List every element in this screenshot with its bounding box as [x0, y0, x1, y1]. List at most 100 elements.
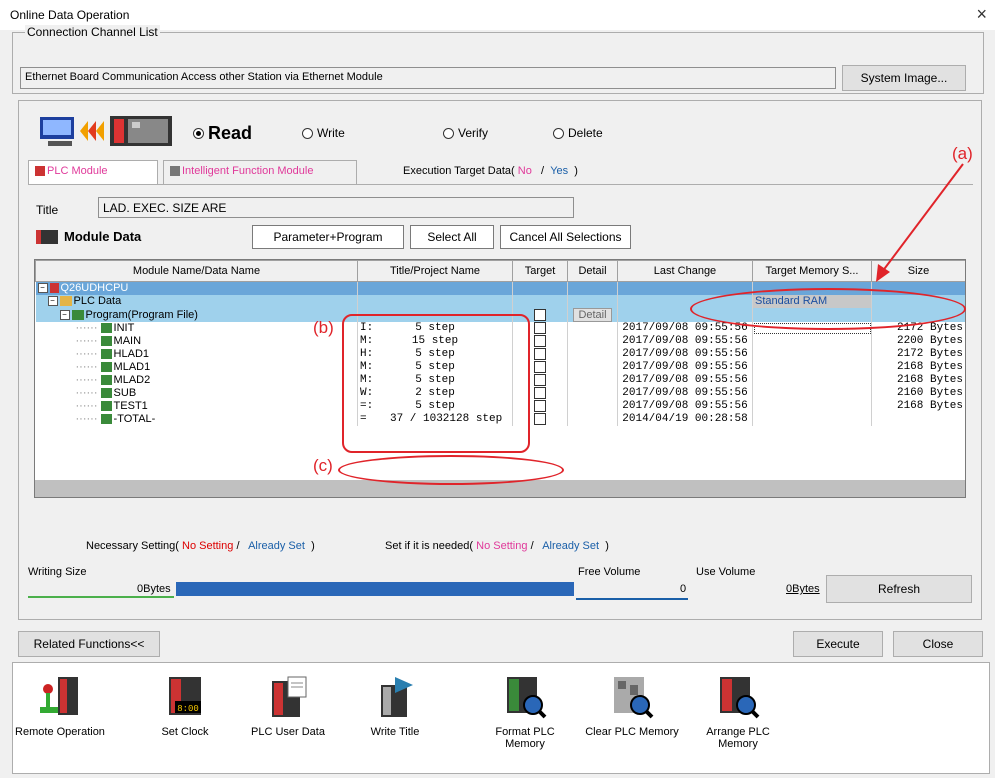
write-title-function[interactable]: Write Title [345, 675, 445, 738]
target-memory-cell[interactable] [752, 387, 872, 400]
last-change: 2017/09/08 09:55:56 [617, 400, 753, 413]
delete-radio-dot[interactable] [553, 127, 564, 139]
write-radio-dot[interactable] [302, 127, 313, 139]
tree-line: ······ [75, 400, 101, 412]
target-checkbox[interactable] [534, 348, 546, 361]
last-change: 2017/09/08 09:55:56 [617, 374, 753, 387]
tree-line: ······ [75, 361, 101, 373]
last-change: 2017/09/08 09:55:56 [617, 361, 753, 374]
if-needed-already-set: Already Set [542, 540, 600, 552]
header-module-name[interactable]: Module Name/Data Name [35, 260, 358, 282]
writing-size-value: 0Bytes [137, 583, 171, 595]
tree-line: ······ [75, 322, 101, 334]
remote-operation-function[interactable]: Remote Operation [10, 675, 110, 738]
delete-radio[interactable]: Delete [553, 126, 603, 140]
read-radio[interactable]: Read [193, 123, 252, 144]
target-checkbox[interactable] [534, 374, 546, 387]
header-last-change[interactable]: Last Change [617, 260, 753, 282]
detail-button[interactable]: Detail [573, 308, 612, 322]
target-memory-cell[interactable] [752, 400, 872, 413]
remote-operation-label: Remote Operation [15, 726, 105, 738]
collapse-icon[interactable]: − [37, 283, 48, 294]
necessary-close: ) [311, 540, 315, 552]
target-checkbox[interactable] [534, 335, 546, 348]
program-icon [100, 336, 112, 347]
parameter-program-button[interactable]: Parameter+Program [252, 225, 404, 249]
system-image-button[interactable]: System Image... [842, 65, 966, 91]
free-volume-field [576, 582, 688, 600]
cancel-all-selections-button[interactable]: Cancel All Selections [500, 225, 631, 249]
clear-plc-memory-label: Clear PLC Memory [585, 726, 679, 738]
target-memory-cell[interactable] [752, 335, 872, 348]
necessary-already-set: Already Set [248, 540, 305, 552]
execute-button[interactable]: Execute [793, 631, 883, 657]
write-radio[interactable]: Write [302, 126, 345, 140]
program-icon [100, 375, 112, 386]
header-target-memory[interactable]: Target Memory S... [752, 260, 872, 282]
last-change: 2017/09/08 09:55:56 [617, 335, 753, 348]
folder-icon [59, 296, 72, 307]
program-size: 2168 Bytes [871, 361, 965, 374]
annotation-b-label: (b) [313, 318, 334, 337]
program-file-name: Program(Program File) [85, 308, 198, 321]
program-name: HLAD1 [113, 348, 150, 360]
tab-plc-module[interactable]: PLC Module [28, 160, 158, 184]
writing-size-underline [28, 596, 174, 598]
program-folder-icon [71, 309, 84, 320]
exec-target-slash: / [541, 165, 545, 177]
verify-radio-dot[interactable] [443, 127, 454, 139]
plc-user-data-icon [272, 676, 307, 717]
target-checkbox[interactable] [534, 387, 546, 400]
header-title[interactable]: Title/Project Name [357, 260, 513, 282]
refresh-button[interactable]: Refresh [826, 575, 972, 603]
read-radio-dot[interactable] [193, 128, 204, 139]
header-target[interactable]: Target [512, 260, 568, 282]
collapse-icon[interactable]: − [47, 296, 58, 307]
write-title-icon [381, 677, 413, 717]
if-needed-slash: / [530, 540, 534, 552]
use-volume-label: Use Volume [696, 566, 756, 578]
target-checkbox[interactable] [534, 322, 546, 335]
select-all-button[interactable]: Select All [410, 225, 494, 249]
tab-intelligent-label: Intelligent Function Module [182, 165, 314, 177]
module-data-icon [36, 229, 58, 244]
title-label: Title [36, 203, 59, 217]
necessary-setting-legend: Necessary Setting( No Setting / Already … [86, 540, 315, 552]
module-data-label: Module Data [64, 229, 142, 244]
program-name: MAIN [113, 335, 142, 347]
target-memory-cell[interactable] [752, 413, 872, 426]
intelligent-module-icon [170, 166, 180, 177]
program-name: MLAD2 [113, 374, 151, 386]
plc-user-data-function[interactable]: PLC User Data [238, 675, 338, 738]
verify-radio[interactable]: Verify [443, 126, 488, 140]
set-clock-function[interactable]: 8:00 Set Clock [135, 675, 235, 738]
tab-intelligent-function-module[interactable]: Intelligent Function Module [163, 160, 357, 184]
target-checkbox[interactable] [534, 361, 546, 374]
target-memory-cell[interactable] [752, 361, 872, 374]
program-size [871, 413, 965, 426]
target-checkbox[interactable] [534, 413, 546, 426]
program-size: 2168 Bytes [871, 374, 965, 387]
annotation-c-ellipse [338, 455, 564, 485]
if-needed-close: ) [605, 540, 609, 552]
if-needed-label: Set if it is needed( [385, 540, 474, 552]
target-checkbox[interactable] [534, 308, 546, 321]
clear-plc-memory-function[interactable]: Clear PLC Memory [582, 675, 682, 738]
program-size: 2160 Bytes [871, 387, 965, 400]
target-checkbox[interactable] [534, 400, 546, 413]
collapse-icon[interactable]: − [59, 309, 70, 320]
write-title-label: Write Title [370, 726, 420, 738]
program-icon [100, 362, 112, 373]
close-icon[interactable]: × [976, 4, 987, 25]
target-memory-cell[interactable] [752, 374, 872, 387]
exec-target-no: No [517, 165, 532, 177]
arrange-plc-memory-function[interactable]: Arrange PLC Memory [688, 675, 788, 750]
delete-label: Delete [568, 126, 603, 140]
target-memory-cell[interactable] [752, 348, 872, 361]
header-detail[interactable]: Detail [567, 260, 618, 282]
writing-size-bar [176, 582, 574, 596]
related-functions-button[interactable]: Related Functions<< [18, 631, 160, 657]
connection-channel-field: Ethernet Board Communication Access othe… [20, 67, 836, 89]
format-plc-memory-function[interactable]: Format PLC Memory [475, 675, 575, 750]
close-button[interactable]: Close [893, 631, 983, 657]
